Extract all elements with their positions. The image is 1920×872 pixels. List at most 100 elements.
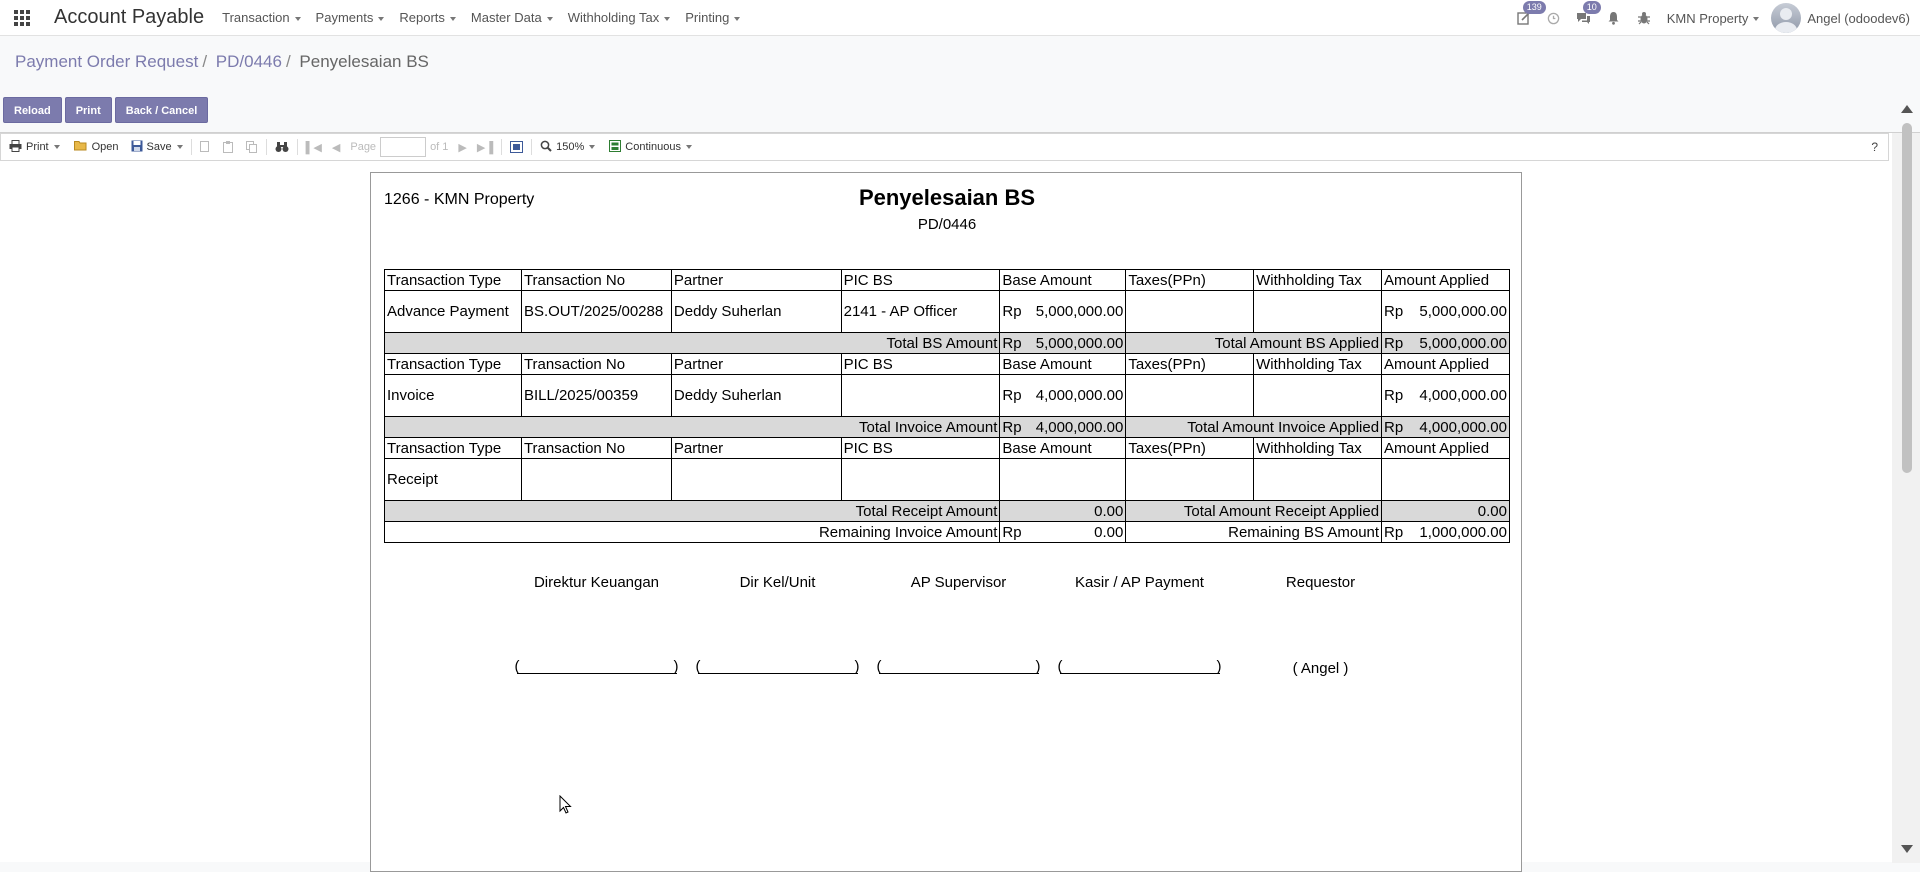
- total-applied-value: Rp 4,000,000.00: [1381, 416, 1510, 438]
- cell-withholding: [1253, 374, 1383, 417]
- back-cancel-button[interactable]: Back / Cancel: [114, 97, 209, 123]
- signature-block: Direktur Keuangan Dir Kel/Unit AP Superv…: [506, 574, 1411, 680]
- table-header-row: Transaction Type Transaction No Partner PIC…: [384, 437, 1510, 459]
- page-count: of 1: [430, 141, 449, 153]
- view-mode-control[interactable]: Continuous: [609, 139, 692, 155]
- user-menu[interactable]: Angel (odoodev6): [1807, 11, 1910, 26]
- scroll-up-arrow-icon[interactable]: [1901, 105, 1913, 113]
- apps-menu-icon[interactable]: [0, 0, 44, 36]
- magnifier-icon: [540, 140, 552, 155]
- last-page-icon[interactable]: ▶▐: [477, 141, 493, 154]
- prev-page-icon[interactable]: ◀: [332, 141, 340, 154]
- viewer-toolbar: Print Open Save ▌◀ ◀ Page of 1 ▶ ▶▐ 150%: [0, 133, 1889, 161]
- signature-ap-supervisor: AP Supervisor: [868, 574, 1049, 680]
- cell-number: BS.OUT/2025/00288: [520, 290, 672, 333]
- page-number-input[interactable]: [380, 137, 427, 157]
- table-header-row: Transaction Type Transaction No Partner …: [384, 269, 1510, 291]
- total-applied-label: Total Amount Receipt Applied: [1125, 500, 1383, 522]
- total-label: Total Invoice Amount: [383, 416, 1001, 438]
- cell-base-amount: Rp 5,000,000.00: [999, 290, 1127, 333]
- toolbar-print[interactable]: Print: [9, 139, 60, 155]
- total-applied-label: Total Amount Invoice Applied: [1125, 416, 1383, 438]
- cell-base-amount: Rp 4,000,000.00: [999, 374, 1127, 417]
- total-applied-label: Total Amount BS Applied: [1125, 332, 1383, 354]
- settlement-table: Transaction Type Transaction No Partner …: [383, 269, 1510, 543]
- breadcrumb: Payment Order Request / PD/0446/ Penyeles…: [15, 52, 429, 71]
- messages-icon[interactable]: 10: [1569, 0, 1601, 36]
- cell-withholding: [1253, 290, 1383, 333]
- signature-kasir: Kasir / AP Payment: [1049, 574, 1230, 680]
- company-switcher[interactable]: KMN Property: [1667, 11, 1760, 26]
- total-applied-value: Rp 5,000,000.00: [1381, 332, 1510, 354]
- cell-type: Invoice: [384, 374, 522, 417]
- menu-payments[interactable]: Payments: [316, 10, 385, 25]
- total-value: Rp 4,000,000.00: [999, 416, 1127, 438]
- find-binoculars-icon[interactable]: [275, 141, 289, 153]
- report-number: PD/0446: [917, 216, 977, 233]
- menu-master-data[interactable]: Master Data: [471, 10, 553, 25]
- total-row: Total BS Amount Rp 5,000,000.00 Total Amo…: [383, 332, 1510, 354]
- breadcrumb-item-payment-order-request[interactable]: Payment Order Request: [15, 52, 198, 71]
- duplicate-icon[interactable]: [245, 141, 258, 153]
- breadcrumb-item-record[interactable]: PD/0446: [216, 52, 282, 71]
- top-navbar: Account Payable Transaction Payments Rep…: [0, 0, 1920, 36]
- table-row: Advance Payment BS.OUT/2025/00288 Deddy …: [384, 290, 1510, 333]
- clock-icon[interactable]: [1539, 0, 1569, 36]
- first-page-icon[interactable]: ▌◀: [306, 141, 322, 154]
- remaining-bs-label: Remaining BS Amount: [1125, 521, 1383, 543]
- zoom-level: 150%: [556, 141, 595, 153]
- paste-icon[interactable]: [222, 141, 234, 153]
- menu-reports[interactable]: Reports: [399, 10, 456, 25]
- toolbar-open-label: Open: [91, 141, 119, 153]
- reload-button[interactable]: Reload: [3, 97, 62, 123]
- cell-type: Receipt: [384, 458, 522, 501]
- cell-partner: Deddy Suherlan: [670, 374, 842, 417]
- toolbar-save[interactable]: Save: [131, 140, 183, 155]
- fit-page-icon[interactable]: [510, 141, 524, 153]
- total-value: Rp 5,000,000.00: [999, 332, 1127, 354]
- signature-requestor: Requestor ( Angel ): [1285, 574, 1356, 677]
- remaining-invoice-label: Remaining Invoice Amount: [383, 521, 1001, 543]
- menu-printing[interactable]: Printing: [685, 10, 740, 25]
- table-row: Invoice BILL/2025/00359 Deddy Suherlan R…: [384, 374, 1510, 417]
- zoom-control[interactable]: 150%: [540, 140, 595, 155]
- debug-bug-icon[interactable]: [1629, 0, 1659, 36]
- remaining-invoice-value: Rp 0.00: [999, 521, 1127, 543]
- report-viewer: Print Open Save ▌◀ ◀ Page of 1 ▶ ▶▐ 150%: [0, 105, 1920, 872]
- bell-icon[interactable]: [1599, 0, 1629, 36]
- table-header-row: Transaction Type Transaction No Partner PIC…: [384, 353, 1510, 375]
- view-mode-label: Continuous: [625, 141, 692, 153]
- total-applied-value: 0.00: [1381, 500, 1510, 522]
- cell-partner: Deddy Suherlan: [670, 290, 842, 333]
- print-button[interactable]: Print: [64, 97, 112, 123]
- vertical-scrollbar[interactable]: [1892, 105, 1920, 863]
- cell-number: BILL/2025/00359: [520, 374, 672, 417]
- signature-direktur-keuangan: Direktur Keuangan: [506, 574, 687, 680]
- next-page-icon[interactable]: ▶: [458, 141, 466, 154]
- cell-taxes: [1125, 290, 1255, 333]
- cell-taxes: [1125, 374, 1255, 417]
- scroll-down-arrow-icon[interactable]: [1901, 845, 1913, 853]
- scroll-thumb[interactable]: [1902, 123, 1912, 473]
- table-row: Receipt: [384, 458, 1510, 501]
- app-brand: Account Payable: [54, 6, 205, 28]
- toolbar-open[interactable]: Open: [73, 140, 119, 154]
- remaining-bs-value: Rp 1,000,000.00: [1381, 521, 1510, 543]
- printer-icon: [9, 139, 22, 155]
- cell-pic: 2141 - AP Officer: [840, 290, 1001, 333]
- menu-withholding-tax[interactable]: Withholding Tax: [568, 10, 671, 25]
- remaining-row: Remaining Invoice Amount Rp 0.00 Remainin…: [383, 521, 1510, 543]
- report-title: Penyelesaian BS: [858, 185, 1036, 210]
- menu-transaction[interactable]: Transaction: [222, 10, 300, 25]
- header-cell: Taxes(PPn): [1125, 269, 1255, 291]
- header-cell: Transaction No: [520, 269, 672, 291]
- header-cell: Amount Applied: [1381, 269, 1510, 291]
- copy-icon[interactable]: [199, 141, 211, 153]
- user-avatar[interactable]: [1771, 3, 1802, 33]
- header-cell: Base Amount: [999, 269, 1127, 291]
- cell-amount-applied: Rp 5,000,000.00: [1381, 290, 1510, 333]
- report-page: 1266 - KMN Property Penyelesaian BS PD/0…: [370, 172, 1522, 872]
- total-label: Total Receipt Amount: [383, 500, 1001, 522]
- activity-icon[interactable]: 139: [1509, 0, 1546, 36]
- help-button[interactable]: ?: [1871, 140, 1878, 154]
